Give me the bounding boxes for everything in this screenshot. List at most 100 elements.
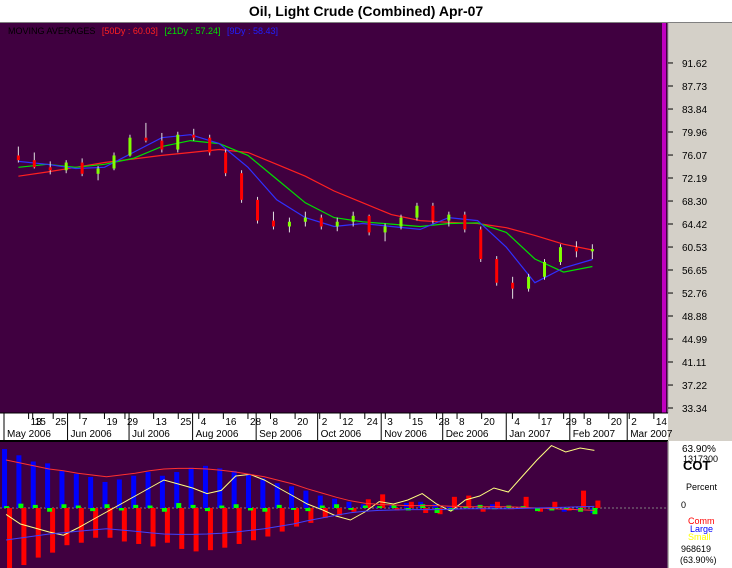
cot-bar-small — [334, 504, 340, 508]
candle-down — [160, 140, 164, 150]
chart-canvas[interactable]: 91.62 87.73 83.84 79.96 76.07 72.19 68.30 64.42… — [0, 22, 732, 568]
x-tick-label: 29 — [566, 417, 578, 428]
legend-ma50: [50Dy : 60.03] — [101, 26, 158, 36]
cot-bar-small — [147, 505, 153, 508]
cot-bar-small — [133, 504, 139, 508]
month-label: Oct 2006 — [321, 429, 362, 440]
cot-bottom-pct: (63.90%) — [680, 555, 717, 565]
cot-bar-large — [246, 473, 251, 508]
cot-bar-comm — [279, 508, 285, 532]
cot-bar-comm — [236, 508, 242, 544]
chart-window: Oil, Light Crude (Combined) Apr-07 91.62… — [0, 0, 732, 568]
cot-bar-small — [291, 508, 297, 510]
cot-bar-comm — [50, 508, 56, 553]
cot-bar-small — [248, 508, 253, 511]
candle-down — [16, 155, 20, 161]
x-tick-label: 13 — [156, 417, 168, 428]
month-label: Jun 2006 — [71, 429, 113, 440]
x-tick-label: 19 — [106, 417, 118, 428]
x-tick-label: 2 — [322, 417, 328, 428]
x-tick-label: 7 — [82, 417, 88, 428]
candle-up — [96, 168, 100, 174]
candle-down — [463, 214, 467, 230]
cot-bar-comm — [380, 494, 386, 508]
cot-bar-large — [217, 468, 223, 508]
candle-up — [335, 221, 339, 227]
cot-bar-comm — [136, 508, 142, 544]
cot-bar-comm — [121, 508, 127, 542]
candle-down — [367, 215, 371, 233]
cot-bar-small — [90, 508, 96, 512]
cot-bar-comm — [595, 500, 601, 508]
cot-bar-comm — [93, 508, 99, 538]
x-tick-label: 2 — [631, 417, 637, 428]
cot-bar-small — [61, 504, 67, 508]
cot-bar-small — [348, 508, 354, 510]
x-tick-label: 12 — [342, 417, 354, 428]
y-tick-label: 87.73 — [682, 82, 707, 93]
cot-bar-comm — [322, 508, 328, 518]
month-label: Jan 2007 — [509, 429, 551, 440]
candle-up — [383, 226, 387, 233]
cot-bar-large — [30, 461, 36, 508]
candle-down — [574, 247, 578, 252]
x-tick-label: 14 — [656, 417, 668, 428]
x-tick-label: 4 — [201, 417, 207, 428]
cot-bar-large — [59, 470, 65, 508]
cot-bar-small — [104, 504, 110, 508]
candle-down — [80, 162, 84, 174]
x-tick-label: 15 — [35, 417, 47, 428]
candle-down — [48, 167, 52, 171]
x-tick-label: 25 — [180, 417, 192, 428]
cot-bar-small — [161, 508, 167, 512]
x-tick-label: 8 — [459, 417, 465, 428]
candle-up — [287, 221, 291, 227]
cot-zero-label: 0 — [681, 500, 686, 510]
cot-bar-small — [276, 504, 282, 508]
legend-ma21: [21Dy : 57.24] — [164, 26, 221, 36]
price-right-edge-bar — [662, 23, 666, 413]
x-tick-label: 17 — [541, 417, 553, 428]
x-tick-label: 20 — [297, 417, 309, 428]
x-tick-label: 28 — [439, 417, 451, 428]
cot-bar-small — [176, 503, 182, 508]
candle-up — [590, 248, 594, 252]
candle-down — [192, 134, 196, 138]
cot-bar-comm — [107, 508, 113, 538]
cot-bar-small — [4, 506, 10, 508]
month-label: Mar 2007 — [630, 429, 673, 440]
candle-up — [399, 217, 403, 227]
cot-bottom-value: 968619 — [681, 544, 711, 554]
cot-bar-large — [303, 490, 309, 508]
candle-down — [511, 282, 515, 289]
cot-bar-comm — [408, 501, 414, 508]
x-tick-label: 20 — [484, 417, 496, 428]
x-tick-label: 8 — [586, 417, 592, 428]
candle-down — [32, 160, 36, 168]
cot-bar-large — [432, 504, 438, 508]
y-tick-label: 44.99 — [682, 335, 707, 346]
candle-down — [319, 217, 323, 227]
y-tick-label: 33.34 — [682, 404, 707, 415]
cot-bar-comm — [222, 508, 228, 548]
cot-bar-comm — [251, 508, 256, 541]
month-label: Nov 2006 — [384, 429, 427, 440]
candle-down — [256, 199, 260, 221]
candle-up — [558, 247, 562, 263]
cot-bar-small — [377, 506, 383, 508]
y-tick-label: 72.19 — [682, 174, 707, 185]
y-tick-label: 76.07 — [682, 151, 707, 162]
candle-up — [128, 137, 132, 156]
y-tick-label: 37.22 — [682, 381, 707, 392]
cot-bar-comm — [207, 508, 213, 551]
cot-bar-comm — [193, 508, 199, 552]
y-tick-label: 52.76 — [682, 289, 707, 300]
cot-bar-small — [204, 508, 210, 512]
x-tick-label: 15 — [412, 417, 424, 428]
month-label: Aug 2006 — [196, 429, 239, 440]
y-tick-label: 83.84 — [682, 105, 707, 116]
y-tick-label: 60.53 — [682, 243, 707, 254]
y-tick-label: 79.96 — [682, 128, 707, 139]
candle-down — [495, 259, 499, 283]
cot-unit: Percent — [686, 482, 718, 492]
